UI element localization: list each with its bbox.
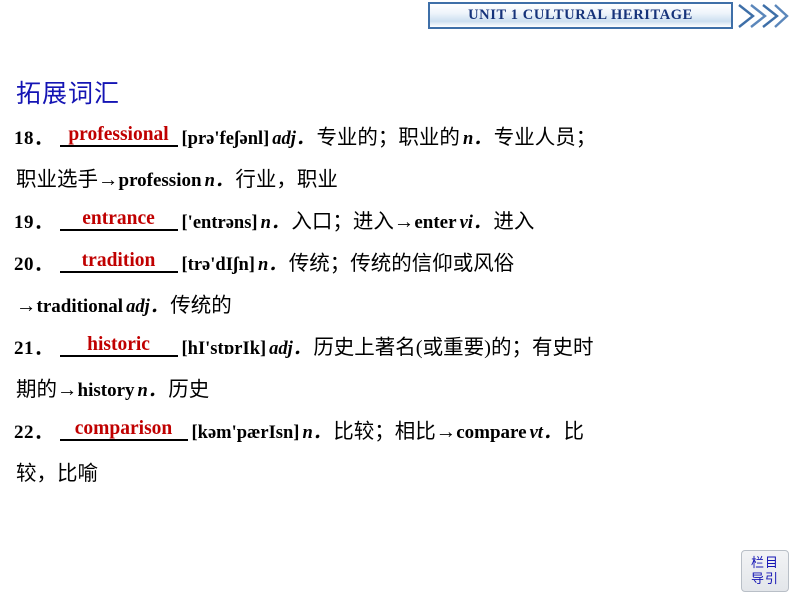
phonetic: [kəm'pærIsn]	[191, 423, 300, 443]
derived-meaning: 进入	[493, 211, 535, 233]
list-item: 21． historic [hI'stɒrIk] adj．历史上著名(或重要)的；有史…	[14, 328, 784, 370]
part-of-speech: n．	[260, 213, 290, 233]
derived-word: profession	[118, 170, 202, 191]
answer-text: entrance	[82, 208, 155, 229]
page-title: 拓展词汇	[16, 81, 121, 108]
entry-continuation: 期的→history n．历史	[14, 370, 784, 412]
unit-title: UNIT 1 CULTURAL HERITAGE	[468, 7, 693, 23]
derived-meaning: 历史	[168, 379, 210, 401]
answer-blank[interactable]: professional	[59, 124, 178, 147]
entry-continuation: 较，比喻	[14, 454, 784, 495]
list-item: 22． comparison [kəm'pærIsn] n．比较；相比→compare…	[14, 412, 784, 454]
answer-blank[interactable]: entrance	[59, 208, 178, 231]
meaning: 传统；传统的信仰或风俗	[288, 253, 515, 275]
navigation-badge[interactable]: 栏目 导引	[741, 550, 789, 592]
derived-word: history	[77, 380, 135, 401]
derived-meaning: 比	[563, 421, 584, 443]
meaning: 入口；进入→	[291, 211, 415, 233]
meaning-2: 专业人员；	[493, 127, 597, 149]
vocabulary-list: 18． professional [prə'feʃənl] adj．专业的；职业的 n．…	[14, 118, 784, 495]
badge-line-1: 栏目	[750, 555, 779, 570]
badge-line-2: 导引	[750, 571, 779, 586]
double-chevron-right-icon	[738, 4, 789, 28]
entry-continuation: →traditional adj．传统的	[14, 286, 784, 328]
phonetic: [prə'feʃənl]	[181, 129, 270, 149]
answer-text: professional	[68, 124, 169, 145]
answer-text: tradition	[81, 250, 156, 271]
entry-number: 22．	[14, 422, 54, 443]
derived-pos: vi．	[459, 213, 492, 233]
derived-word: traditional	[36, 296, 124, 317]
continuation-head: 期的→	[16, 379, 78, 401]
derived-meaning: 传统的	[170, 295, 232, 317]
unit-title-banner: UNIT 1 CULTURAL HERITAGE	[428, 2, 733, 29]
answer-text: comparison	[74, 418, 173, 439]
entry-number: 21．	[14, 338, 54, 359]
part-of-speech-2: n．	[462, 129, 492, 149]
phonetic: [hI'stɒrIk]	[181, 339, 267, 359]
arrow-symbol: →	[16, 295, 37, 317]
part-of-speech: n．	[302, 423, 332, 443]
derived-pos: vt．	[529, 423, 562, 443]
derived-pos: adj．	[126, 297, 169, 317]
phonetic: [trə'dIʃn]	[181, 255, 255, 275]
answer-text: historic	[87, 334, 150, 355]
entry-number: 19．	[14, 212, 54, 233]
part-of-speech: adj．	[269, 339, 312, 359]
entry-number: 18．	[14, 128, 54, 149]
meaning: 专业的；职业的	[316, 127, 460, 149]
continuation-text: 较，比喻	[16, 463, 98, 485]
part-of-speech: adj．	[272, 129, 315, 149]
part-of-speech: n．	[257, 255, 287, 275]
meaning: 比较；相比→	[333, 421, 457, 443]
answer-blank[interactable]: historic	[59, 334, 178, 357]
phonetic: ['entrəns]	[181, 213, 258, 233]
derived-pos: n．	[204, 171, 234, 191]
list-item: 20． tradition [trə'dIʃn] n．传统；传统的信仰或风俗	[14, 244, 784, 286]
derived-pos: n．	[137, 381, 167, 401]
header-banner: UNIT 1 CULTURAL HERITAGE	[0, 0, 794, 38]
meaning: 历史上著名(或重要)的；有史时	[313, 337, 594, 359]
answer-blank[interactable]: tradition	[59, 250, 178, 273]
derived-meaning: 行业，职业	[235, 169, 338, 191]
continuation-head: 职业选手→	[16, 169, 119, 191]
answer-blank[interactable]: comparison	[59, 418, 188, 441]
derived-word: enter	[414, 212, 457, 233]
list-item: 19． entrance ['entrəns] n．入口；进入→enter vi．进入	[14, 202, 784, 244]
entry-number: 20．	[14, 254, 54, 275]
list-item: 18． professional [prə'feʃənl] adj．专业的；职业的 n．…	[14, 118, 784, 160]
entry-continuation: 职业选手→profession n．行业，职业	[14, 160, 784, 202]
derived-word: compare	[456, 422, 527, 443]
